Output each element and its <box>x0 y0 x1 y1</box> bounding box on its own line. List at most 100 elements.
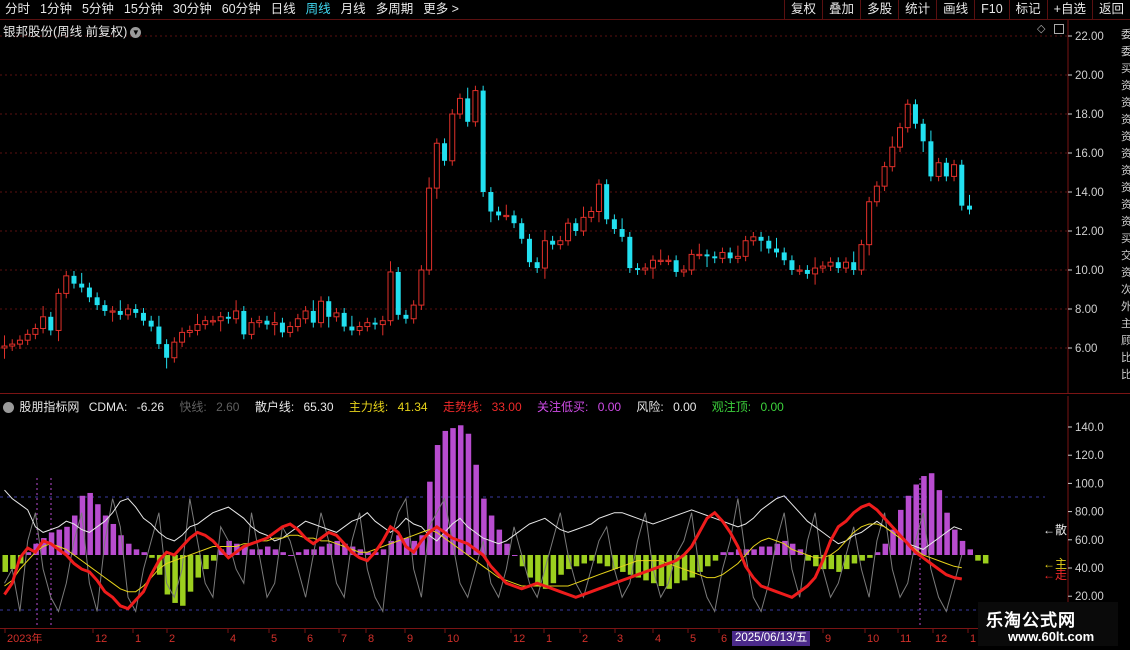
candle-body <box>333 312 340 318</box>
candle-body <box>356 326 363 331</box>
toolbar-button[interactable]: +自选 <box>1046 0 1092 19</box>
histogram-bar <box>766 546 773 555</box>
candle-body <box>819 265 826 269</box>
toolbar-button[interactable]: 叠加 <box>822 0 860 19</box>
candle-body <box>881 166 888 187</box>
candle-body <box>635 268 641 270</box>
time-tick: 1 <box>546 633 552 645</box>
period-tab[interactable]: 周线 <box>301 0 336 19</box>
cdma-value: -6.26 <box>136 400 165 414</box>
toolbar-button[interactable]: 统计 <box>898 0 936 19</box>
histogram-bar <box>689 555 696 578</box>
chevron-down-icon[interactable]: ▼ <box>130 27 142 39</box>
period-tab[interactable]: 更多 > <box>418 0 464 19</box>
candle-body <box>410 304 417 320</box>
candle-body <box>812 267 819 275</box>
toolbar-button[interactable]: 多股 <box>860 0 898 19</box>
time-tick: 2 <box>169 633 175 645</box>
candle-body <box>442 143 448 161</box>
histogram-bar <box>2 555 8 572</box>
candle-body <box>604 184 610 220</box>
histogram-bar <box>967 549 973 555</box>
edge-label: 交 <box>1121 250 1130 262</box>
candle-body <box>109 310 116 313</box>
period-tab[interactable]: 月线 <box>336 0 371 19</box>
histogram-bar <box>882 543 889 555</box>
time-tick: 12 <box>513 633 525 645</box>
edge-label: 资 <box>1121 199 1130 211</box>
histogram-bar <box>952 529 958 555</box>
top-value: 0.00 <box>760 400 784 414</box>
toolbar-button[interactable]: 标记 <box>1008 0 1047 19</box>
histogram-bar <box>720 552 726 555</box>
candle-body <box>774 248 779 253</box>
edge-label: 资 <box>1121 148 1130 160</box>
candle-body <box>248 322 255 335</box>
square-icon[interactable] <box>1054 24 1064 34</box>
histogram-bar <box>457 425 464 555</box>
candle-body <box>688 253 695 271</box>
period-tab[interactable]: 1分钟 <box>35 0 77 19</box>
time-tick: 3 <box>617 633 623 645</box>
candle-body <box>928 141 934 177</box>
edge-label: 委 <box>1121 29 1130 41</box>
candle-body <box>94 297 100 306</box>
histogram-bar <box>427 481 433 555</box>
candle-body <box>534 262 540 269</box>
period-tab[interactable]: 日线 <box>266 0 301 19</box>
candle-body <box>488 192 494 212</box>
toolbar-button[interactable]: 返回 <box>1091 0 1130 19</box>
candle-body <box>148 320 154 327</box>
time-tick: 7 <box>341 633 347 645</box>
chart-canvas[interactable]: 22.0020.0018.0016.0014.0012.0010.008.006… <box>0 0 1130 650</box>
indicator-menu-icon[interactable] <box>3 402 14 414</box>
time-tick: 1 <box>970 633 976 645</box>
edge-label: 资 <box>1121 267 1130 279</box>
price-tick: 10.00 <box>1075 265 1104 277</box>
candle-body <box>835 262 841 269</box>
histogram-bar <box>681 555 688 581</box>
edge-label: 比 <box>1121 352 1130 364</box>
candle-body <box>951 164 958 177</box>
candle-body <box>256 320 263 324</box>
period-toolbar: 分时 1分钟 5分钟 15分钟 30分钟 60分钟 日线 周线 月线 多周期 更多 > 复权 叠加 多股… <box>0 0 1130 20</box>
edge-label: 外 <box>1121 301 1130 313</box>
period-tab[interactable]: 多周期 <box>371 0 419 19</box>
edge-label: 买 <box>1121 233 1130 245</box>
histogram-bar <box>535 555 541 587</box>
indicator-name[interactable]: 股朋指标网 <box>19 400 79 414</box>
risk-value: 0.00 <box>673 400 697 414</box>
candle-body <box>781 252 787 261</box>
histogram-bar <box>280 552 286 555</box>
period-tab[interactable]: 分时 <box>0 0 35 19</box>
candle-body <box>920 123 926 142</box>
candle-body <box>619 229 625 237</box>
time-tick: 8 <box>368 633 374 645</box>
period-tab[interactable]: 15分钟 <box>119 0 168 19</box>
histogram-bar <box>10 555 16 570</box>
candle-body <box>426 187 433 271</box>
toolbar-button[interactable]: 画线 <box>936 0 974 19</box>
price-tick: 22.00 <box>1075 31 1104 43</box>
candle-body <box>665 259 672 262</box>
candle-body <box>302 310 309 320</box>
time-tick: 12 <box>95 633 107 645</box>
candle-body <box>102 305 108 311</box>
histogram-bar <box>836 555 842 572</box>
period-tab[interactable]: 30分钟 <box>168 0 217 19</box>
toolbar-button[interactable]: F10 <box>974 0 1009 19</box>
period-tab[interactable]: 60分钟 <box>217 0 266 19</box>
period-tab[interactable]: 5分钟 <box>77 0 119 19</box>
candle-body <box>140 312 146 321</box>
edge-label: 资 <box>1121 165 1130 177</box>
candle-body <box>611 219 617 230</box>
trend-value: 33.00 <box>491 400 522 414</box>
time-tick: 9 <box>407 633 413 645</box>
histogram-bar <box>604 555 611 567</box>
candle-body <box>642 267 649 271</box>
histogram-bar <box>95 504 101 555</box>
candle-body <box>557 240 564 246</box>
time-tick: 1 <box>135 633 141 645</box>
diamond-icon[interactable]: ◇ <box>1037 22 1045 35</box>
toolbar-button[interactable]: 复权 <box>784 0 822 19</box>
